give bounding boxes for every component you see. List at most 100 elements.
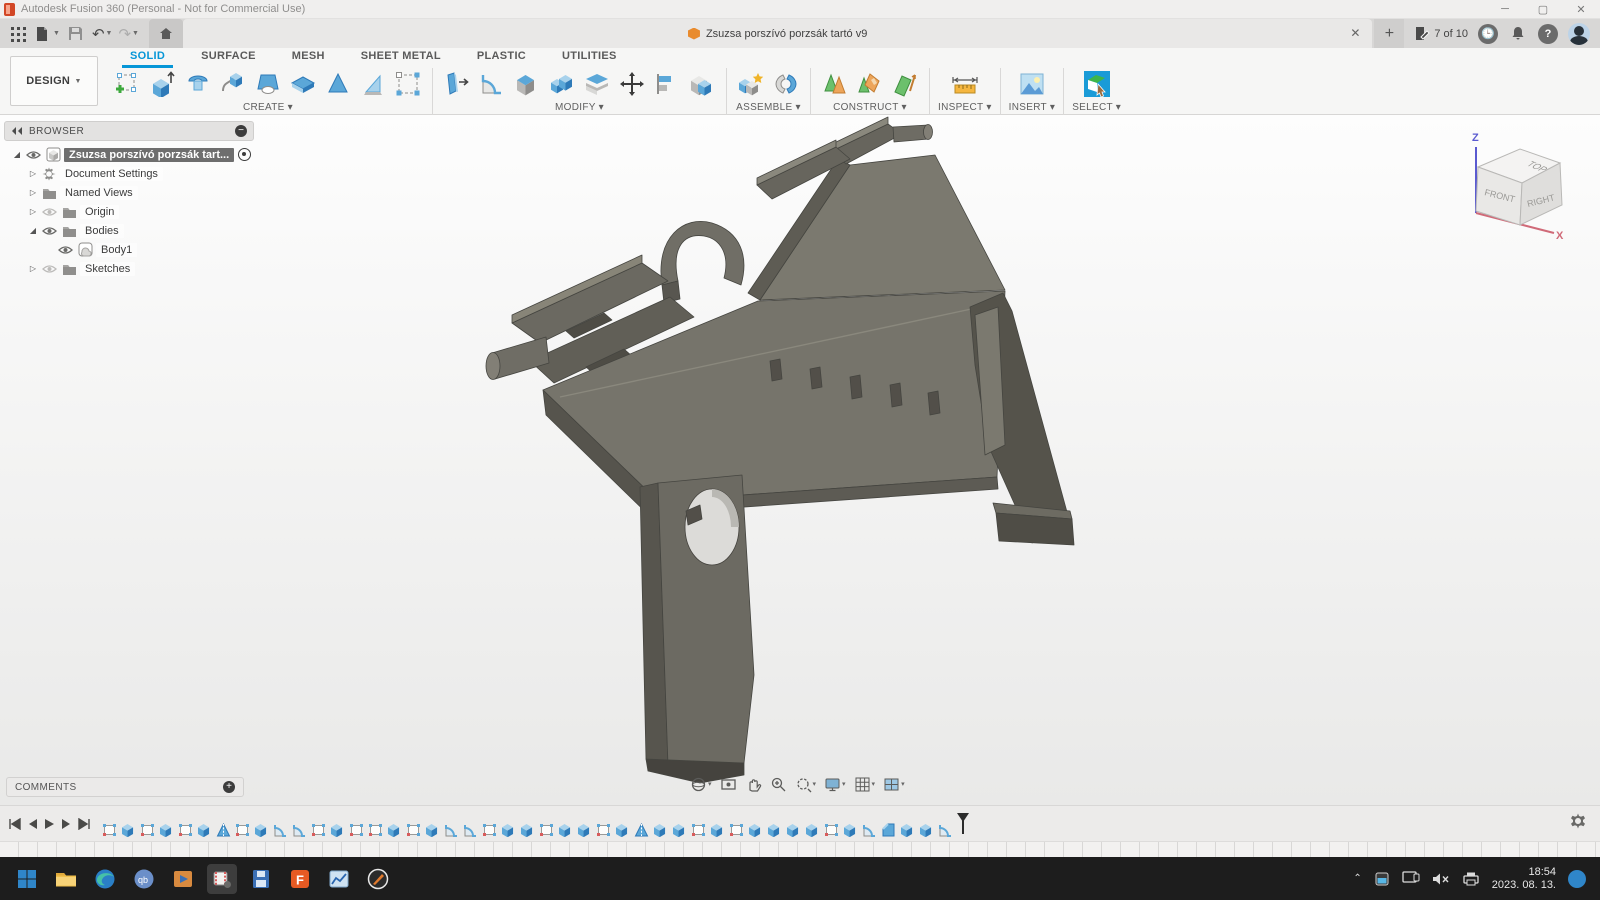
viewports-icon[interactable]: ▾: [881, 775, 907, 794]
loft-tool-icon[interactable]: [252, 68, 284, 100]
timeline-feature-extrude[interactable]: [804, 815, 821, 837]
browser-header[interactable]: BROWSER −: [4, 121, 254, 141]
fillet-tool-icon[interactable]: [476, 68, 508, 100]
visibility-eye-off-icon[interactable]: [41, 261, 57, 277]
timeline-feature-sketch[interactable]: [177, 815, 194, 837]
workspace-switcher[interactable]: DESIGN ▼: [10, 56, 98, 106]
browser-minimize-icon[interactable]: −: [235, 125, 247, 137]
revolve-tool-icon[interactable]: [182, 68, 214, 100]
fit-icon[interactable]: ▾: [793, 775, 819, 794]
taskbar-explorer-icon[interactable]: [51, 864, 81, 894]
timeline-feature-sketch[interactable]: [728, 815, 745, 837]
browser-node-bodies[interactable]: ◢Bodies: [4, 221, 254, 240]
browser-node-document-settings[interactable]: ▷Document Settings: [4, 164, 254, 183]
group-label-construct[interactable]: CONSTRUCT ▾: [833, 102, 907, 113]
display-settings-icon[interactable]: ▾: [822, 775, 848, 794]
comments-bar[interactable]: COMMENTS +: [6, 777, 244, 797]
taskbar-start-icon[interactable]: [12, 864, 42, 894]
show-data-panel-button[interactable]: [149, 19, 183, 48]
minimize-button[interactable]: ─: [1486, 0, 1524, 19]
document-tab[interactable]: Zsuzsa porszívó porzsák tartó v9 ✕: [183, 19, 1372, 48]
timeline-scrollbar[interactable]: [0, 841, 1600, 857]
timeline-feature-extrude[interactable]: [158, 815, 175, 837]
timeline-feature-sketch[interactable]: [367, 815, 384, 837]
timeline-feature-mirror[interactable]: [633, 815, 650, 837]
timeline-feature-sketch[interactable]: [481, 815, 498, 837]
tray-printer-icon[interactable]: [1462, 871, 1480, 886]
timeline-feature-extrude[interactable]: [329, 815, 346, 837]
browser-node-named-views[interactable]: ▷Named Views: [4, 183, 254, 202]
save-icon[interactable]: [64, 22, 88, 46]
taskbar-qb-app-icon[interactable]: qb: [129, 864, 159, 894]
tray-onedrive-icon[interactable]: [1374, 871, 1390, 887]
taskbar-clock[interactable]: 18:54 2023. 08. 13.: [1492, 866, 1556, 892]
browser-node-sketches[interactable]: ▷Sketches: [4, 259, 254, 278]
timeline-go-start-button[interactable]: [8, 818, 21, 830]
timeline-feature-extrude[interactable]: [614, 815, 631, 837]
timeline-feature-extrude[interactable]: [120, 815, 137, 837]
timeline-feature-extrude[interactable]: [671, 815, 688, 837]
create-sketch-tool-icon[interactable]: [112, 68, 144, 100]
timeline-play-button[interactable]: [44, 818, 55, 830]
apps-grid-icon[interactable]: [6, 22, 30, 46]
timeline-feature-extrude[interactable]: [652, 815, 669, 837]
browser-node-body1[interactable]: Body1: [4, 240, 254, 259]
ribbon-tab-sheet-metal[interactable]: SHEET METAL: [343, 48, 459, 66]
timeline-feature-extrude[interactable]: [747, 815, 764, 837]
timeline-feature-extrude[interactable]: [576, 815, 593, 837]
pan-icon[interactable]: [743, 775, 764, 794]
visibility-eye-off-icon[interactable]: [41, 204, 57, 220]
taskbar-player-icon[interactable]: [168, 864, 198, 894]
timeline-feature-sketch[interactable]: [690, 815, 707, 837]
timeline-step-forward-button[interactable]: [61, 818, 72, 830]
timeline-feature-sketch[interactable]: [595, 815, 612, 837]
timeline-feature-fillet[interactable]: [291, 815, 308, 837]
timeline-feature-extrude[interactable]: [842, 815, 859, 837]
group-label-insert[interactable]: INSERT ▾: [1009, 102, 1056, 113]
tab-close-icon[interactable]: ✕: [1346, 24, 1364, 42]
select-tool-icon[interactable]: [1081, 68, 1113, 100]
joint-tool-icon[interactable]: [770, 68, 802, 100]
extrude-tool-icon[interactable]: [147, 68, 179, 100]
orbit-icon[interactable]: ▾: [688, 775, 714, 794]
expander-icon[interactable]: ▷: [26, 169, 40, 178]
timeline-feature-extrude[interactable]: [557, 815, 574, 837]
visibility-eye-icon[interactable]: [25, 147, 41, 163]
sweep-tool-icon[interactable]: [217, 68, 249, 100]
group-label-select[interactable]: SELECT ▾: [1072, 102, 1121, 113]
timeline-feature-fillet[interactable]: [861, 815, 878, 837]
taskbar-fusion-icon[interactable]: F: [285, 864, 315, 894]
timeline-feature-extrude[interactable]: [253, 815, 270, 837]
ribbon-tab-plastic[interactable]: PLASTIC: [459, 48, 544, 66]
replace-face-tool-icon[interactable]: [686, 68, 718, 100]
expander-icon[interactable]: ▷: [26, 188, 40, 197]
ribbon-tab-mesh[interactable]: MESH: [274, 48, 343, 66]
timeline-feature-extrude[interactable]: [424, 815, 441, 837]
timeline-feature-extrude[interactable]: [519, 815, 536, 837]
press-pull-tool-icon[interactable]: [441, 68, 473, 100]
tray-mute-icon[interactable]: [1432, 872, 1450, 886]
ribbon-tab-solid[interactable]: SOLID: [112, 48, 183, 66]
undo-icon[interactable]: ↶▼: [90, 22, 115, 46]
timeline-feature-sketch[interactable]: [405, 815, 422, 837]
align-tool-icon[interactable]: [651, 68, 683, 100]
add-comment-icon[interactable]: +: [223, 781, 235, 793]
taskbar-backup-icon[interactable]: [246, 864, 276, 894]
move-tool-icon[interactable]: [616, 68, 648, 100]
timeline-feature-sketch[interactable]: [234, 815, 251, 837]
close-button[interactable]: ✕: [1562, 0, 1600, 19]
browser-node-zsuzsa-porsz-v-porzs-k-tart-[interactable]: ◢Zsuzsa porszívó porzsák tart...: [4, 145, 254, 164]
timeline-playhead[interactable]: [956, 811, 970, 837]
timeline-feature-extrude[interactable]: [766, 815, 783, 837]
offset-face-tool-icon[interactable]: [581, 68, 613, 100]
timeline-feature-chamfer[interactable]: [880, 815, 897, 837]
browser-node-origin[interactable]: ▷Origin: [4, 202, 254, 221]
job-status[interactable]: 7 of 10: [1414, 26, 1468, 41]
zoom-icon[interactable]: [768, 775, 789, 794]
timeline-feature-fillet[interactable]: [443, 815, 460, 837]
group-label-modify[interactable]: MODIFY ▾: [555, 102, 604, 113]
timeline-feature-extrude[interactable]: [918, 815, 935, 837]
collapse-panel-icon[interactable]: [11, 126, 23, 136]
timeline-feature-extrude[interactable]: [709, 815, 726, 837]
timeline-feature-sketch[interactable]: [348, 815, 365, 837]
